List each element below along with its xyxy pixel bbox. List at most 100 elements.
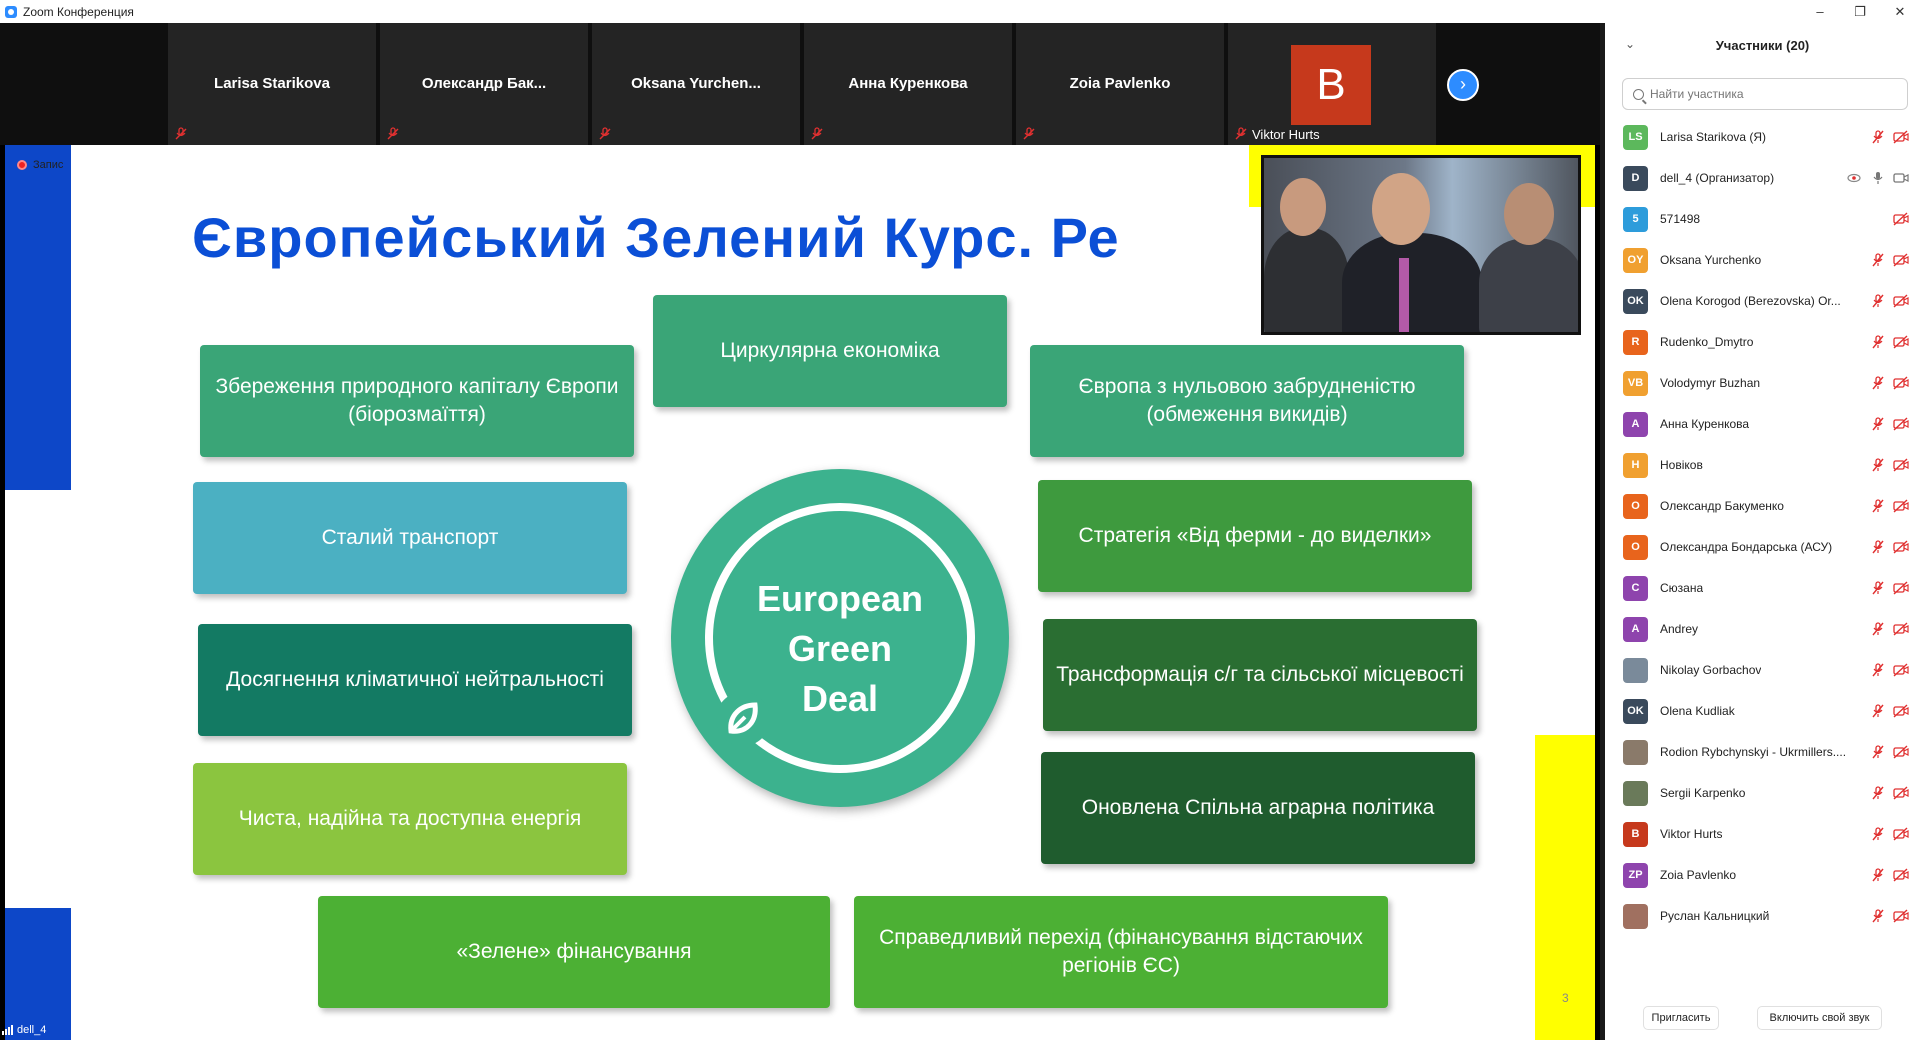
- participant-name: Volodymyr Buzhan: [1660, 376, 1761, 390]
- slide-page-number: 3: [1562, 991, 1569, 1005]
- restore-button[interactable]: ❐: [1840, 0, 1880, 23]
- video-icon[interactable]: [1893, 171, 1909, 185]
- video-tile[interactable]: Larisa Starikova: [168, 23, 376, 145]
- participant-row[interactable]: Rodion Rybchynskyi - Ukrmillers....: [1605, 732, 1920, 773]
- video-off-icon[interactable]: [1893, 417, 1909, 431]
- video-off-icon[interactable]: [1893, 212, 1909, 226]
- slide-title: Європейський Зелений Курс. Ре: [192, 206, 1120, 269]
- participant-row[interactable]: Руслан Кальницкий: [1605, 896, 1920, 937]
- avatar: OY: [1623, 248, 1648, 273]
- box-circular-economy: Циркулярна економіка: [653, 295, 1007, 407]
- participant-name: 571498: [1660, 212, 1701, 226]
- muted-mic-icon[interactable]: [1871, 294, 1885, 308]
- video-tile[interactable]: Zoia Pavlenko: [1016, 23, 1224, 145]
- participant-row[interactable]: 5 571498: [1605, 199, 1920, 240]
- video-off-icon[interactable]: [1893, 458, 1909, 472]
- participant-row[interactable]: O Олександра Бондарська (АСУ): [1605, 527, 1920, 568]
- muted-mic-icon[interactable]: [1871, 581, 1885, 595]
- close-button[interactable]: ✕: [1880, 0, 1920, 23]
- muted-mic-icon[interactable]: [1871, 130, 1885, 144]
- participant-row[interactable]: OY Oksana Yurchenko: [1605, 240, 1920, 281]
- invite-button[interactable]: Пригласить: [1643, 1006, 1719, 1030]
- video-off-icon[interactable]: [1893, 253, 1909, 267]
- participant-row[interactable]: A Анна Куренкова: [1605, 404, 1920, 445]
- participant-row[interactable]: OK Olena Korogod (Berezovska) Or...: [1605, 281, 1920, 322]
- participant-row[interactable]: C Сюзана: [1605, 568, 1920, 609]
- video-off-icon[interactable]: [1893, 786, 1909, 800]
- muted-mic-icon[interactable]: [1871, 868, 1885, 882]
- video-tile[interactable]: Анна Куренкова: [804, 23, 1012, 145]
- video-off-icon[interactable]: [1893, 130, 1909, 144]
- next-page-button[interactable]: ›: [1447, 69, 1479, 101]
- video-off-icon[interactable]: [1893, 499, 1909, 513]
- decorative-blue-bar: [5, 908, 71, 1040]
- muted-mic-icon[interactable]: [1871, 827, 1885, 841]
- eye-icon[interactable]: [1847, 172, 1861, 184]
- muted-mic-icon[interactable]: [1871, 540, 1885, 554]
- participant-name: Анна Куренкова: [848, 75, 968, 92]
- muted-mic-icon[interactable]: [1871, 786, 1885, 800]
- muted-mic-icon[interactable]: [1871, 745, 1885, 759]
- participant-row[interactable]: Nikolay Gorbachov: [1605, 650, 1920, 691]
- video-off-icon[interactable]: [1893, 868, 1909, 882]
- muted-mic-icon[interactable]: [1871, 253, 1885, 267]
- participant-name: Олександра Бондарська (АСУ): [1660, 540, 1833, 554]
- mic-icon[interactable]: [1871, 171, 1885, 185]
- person-silhouette: [1342, 233, 1482, 332]
- title-bar: Zoom Конференция – ❐ ✕: [0, 0, 1920, 23]
- participant-name: Andrey: [1660, 622, 1699, 636]
- participant-row[interactable]: VB Volodymyr Buzhan: [1605, 363, 1920, 404]
- participant-row[interactable]: H Новіков: [1605, 445, 1920, 486]
- participant-row[interactable]: Sergii Karpenko: [1605, 773, 1920, 814]
- participant-row[interactable]: O Олександр Бакуменко: [1605, 486, 1920, 527]
- video-off-icon[interactable]: [1893, 376, 1909, 390]
- recording-indicator: Запис: [17, 159, 63, 171]
- minimize-button[interactable]: –: [1800, 0, 1840, 23]
- muted-mic-icon[interactable]: [1871, 335, 1885, 349]
- search-input[interactable]: [1650, 87, 1890, 101]
- video-off-icon[interactable]: [1893, 909, 1909, 923]
- avatar: LS: [1623, 125, 1648, 150]
- muted-mic-icon[interactable]: [1871, 909, 1885, 923]
- muted-mic-icon[interactable]: [1871, 622, 1885, 636]
- participant-name: Олександр Бак...: [421, 75, 547, 92]
- person-head: [1372, 173, 1430, 245]
- muted-mic-icon[interactable]: [1871, 417, 1885, 431]
- muted-mic-icon: [1235, 127, 1247, 140]
- participant-row[interactable]: R Rudenko_Dmytro: [1605, 322, 1920, 363]
- muted-mic-icon[interactable]: [1871, 376, 1885, 390]
- participant-name: Новіков: [1660, 458, 1703, 472]
- video-off-icon[interactable]: [1893, 540, 1909, 554]
- video-tile[interactable]: Oksana Yurchen...: [592, 23, 800, 145]
- muted-mic-icon[interactable]: [1871, 458, 1885, 472]
- zoom-logo-icon: [5, 5, 17, 18]
- video-off-icon[interactable]: [1893, 581, 1909, 595]
- video-tile[interactable]: Олександр Бак...: [380, 23, 588, 145]
- speaker-camera-feed[interactable]: [1261, 155, 1581, 335]
- muted-mic-icon[interactable]: [1871, 704, 1885, 718]
- muted-mic-icon[interactable]: [1871, 499, 1885, 513]
- video-off-icon[interactable]: [1893, 335, 1909, 349]
- participant-name: Zoia Pavlenko: [1660, 868, 1737, 882]
- participant-row[interactable]: ZP Zoia Pavlenko: [1605, 855, 1920, 896]
- video-off-icon[interactable]: [1893, 704, 1909, 718]
- muted-mic-icon[interactable]: [1871, 663, 1885, 677]
- participant-row[interactable]: B Viktor Hurts: [1605, 814, 1920, 855]
- participant-row[interactable]: Ddell_4 (Организатор): [1605, 158, 1920, 199]
- video-off-icon[interactable]: [1893, 294, 1909, 308]
- video-off-icon[interactable]: [1893, 827, 1909, 841]
- video-off-icon[interactable]: [1893, 745, 1909, 759]
- participant-row[interactable]: A Andrey: [1605, 609, 1920, 650]
- participant-search[interactable]: [1622, 78, 1908, 110]
- signal-strength-icon: [2, 1025, 13, 1035]
- video-off-icon[interactable]: [1893, 663, 1909, 677]
- participant-row[interactable]: LS Larisa Starikova (Я): [1605, 117, 1920, 158]
- person-head: [1280, 178, 1326, 236]
- box-agri-transformation: Трансформація с/г та сільської місцевост…: [1043, 619, 1477, 731]
- presenter-name: dell_4: [17, 1024, 47, 1036]
- participant-row[interactable]: OK Olena Kudliak: [1605, 691, 1920, 732]
- unmute-self-button[interactable]: Включить свой звук: [1757, 1006, 1882, 1030]
- participant-name: Larisa Starikova: [214, 75, 330, 92]
- video-tile[interactable]: B Viktor Hurts: [1228, 23, 1436, 145]
- video-off-icon[interactable]: [1893, 622, 1909, 636]
